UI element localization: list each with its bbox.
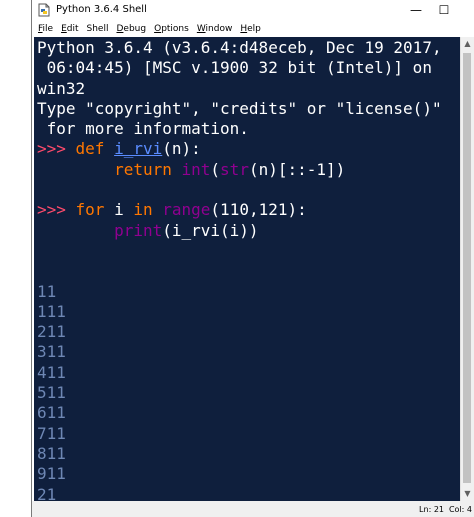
output-line: 911	[37, 464, 66, 484]
status-column-number: Col: 4	[448, 505, 472, 514]
status-line-number: Ln: 21	[419, 505, 444, 514]
python-file-icon	[38, 3, 50, 17]
prompt: >>>	[37, 200, 76, 220]
output-line: 711	[37, 423, 66, 443]
code-line-print: print(i_rvi(i))	[34, 220, 462, 240]
keyword-for: for	[75, 200, 105, 220]
output-line: 511	[37, 383, 66, 403]
blank-line	[34, 240, 462, 260]
code-line-def: >>> def i_rvi(n):	[34, 138, 462, 158]
minimize-button[interactable]: —	[402, 0, 430, 21]
banner-line: Type "copyright", "credits" or "license(…	[37, 98, 442, 118]
output-line: 811	[37, 443, 66, 463]
menu-options[interactable]: Options	[150, 21, 193, 37]
menu-shell[interactable]: Shell	[83, 21, 113, 37]
menu-file[interactable]: File	[32, 21, 57, 37]
output-line: 411	[37, 362, 66, 382]
def-rest: (n):	[162, 139, 201, 159]
vertical-scrollbar[interactable]: ▲ ▼	[460, 37, 474, 501]
output-line: 611	[37, 403, 66, 423]
return-rest: (n)[::-1])	[248, 159, 346, 179]
blank-line	[34, 260, 462, 280]
for-rest: (110,121):	[210, 200, 307, 220]
output-line: 21	[37, 484, 57, 501]
output-line: 11	[37, 281, 57, 301]
maximize-button[interactable]: ☐	[430, 0, 458, 21]
function-name: i_rvi	[114, 139, 163, 159]
builtin-print: print	[114, 220, 163, 240]
menu-edit[interactable]: Edit	[57, 21, 82, 37]
menu-debug[interactable]: Debug	[112, 21, 150, 37]
menu-window[interactable]: Window	[193, 21, 237, 37]
window-title: Python 3.6.4 Shell	[56, 4, 147, 15]
builtin-str: str	[220, 159, 249, 179]
scroll-thumb[interactable]	[463, 53, 471, 483]
banner-line: Python 3.6.4 (v3.6.4:d48eceb, Dec 19 201…	[37, 38, 442, 57]
scroll-up-arrow-icon[interactable]: ▲	[461, 37, 474, 51]
banner-line: 06:04:45) [MSC v.1900 32 bit (Intel)] on	[37, 58, 432, 78]
builtin-range: range	[162, 200, 211, 220]
keyword-def: def	[75, 139, 105, 159]
code-line-return: return int(str(n)[::-1])	[114, 159, 346, 179]
builtin-int: int	[181, 159, 211, 179]
shell-text-area[interactable]: Python 3.6.4 (v3.6.4:d48eceb, Dec 19 201…	[34, 37, 462, 501]
code-line-for: >>> for i in range(110,121):	[37, 200, 307, 220]
banner-line: for more information.	[37, 119, 249, 139]
print-rest: (i_rvi(i))	[162, 220, 259, 240]
blank-line	[34, 179, 462, 199]
menu-help[interactable]: Help	[236, 21, 265, 37]
prompt: >>>	[37, 139, 76, 159]
scroll-down-arrow-icon[interactable]: ▼	[461, 487, 474, 501]
status-bar: Ln: 21 Col: 4	[32, 501, 474, 517]
title-bar[interactable]: Python 3.6.4 Shell — ☐	[32, 0, 474, 21]
idle-shell-window: Python 3.6.4 Shell — ☐ File Edit Shell Debu…	[31, 0, 474, 517]
keyword-in: in	[133, 200, 153, 220]
banner-line: win32	[37, 78, 86, 98]
menu-bar: File Edit Shell Debug Options Window Help	[32, 21, 474, 37]
keyword-return: return	[114, 159, 172, 179]
output-line: 211	[37, 322, 66, 342]
output-line: 111	[37, 301, 66, 321]
output-line: 311	[37, 342, 66, 362]
